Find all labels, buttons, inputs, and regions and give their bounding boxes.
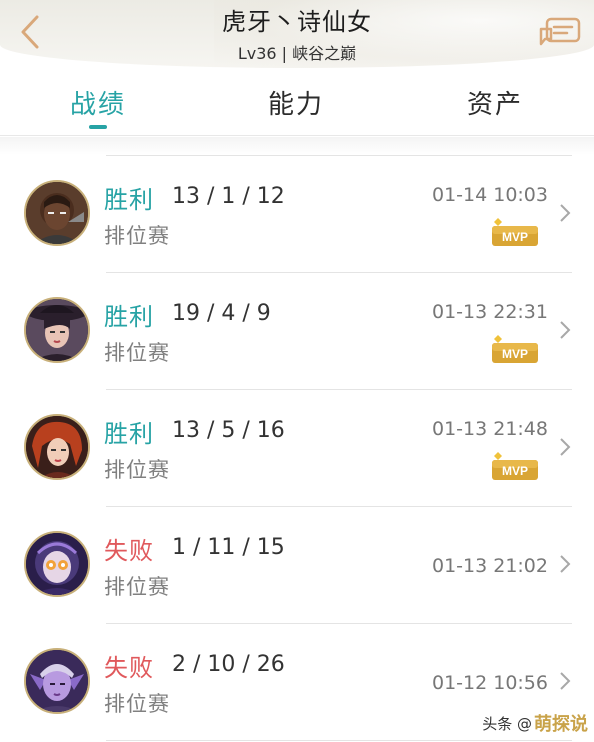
match-row[interactable]: 胜利 13 / 1 / 12 排位赛 01-14 10:03 MVP [0,156,594,273]
match-time: 01-13 21:02 [431,555,548,577]
match-kda: 1 / 11 / 15 [172,535,285,560]
profile-header: 虎牙丶诗仙女 Lv36 | 峡谷之巅 [0,0,594,68]
match-result: 胜利 [104,420,154,448]
mvp-label: MVP [502,464,528,478]
match-time: 01-12 10:56 [431,672,548,694]
match-list: 胜利 13 / 1 / 12 排位赛 01-14 10:03 MVP 胜利 19… [0,156,594,741]
match-row[interactable]: 失败 1 / 11 / 15 排位赛 01-13 21:02 [0,507,594,624]
hero-dark-warrior-portrait [26,182,88,244]
hero-hat-woman-portrait [26,299,88,361]
mvp-label: MVP [502,347,528,361]
hero-avatar [24,531,90,597]
hero-avatar [24,648,90,714]
mvp-badge: MVP [488,333,542,365]
hero-purple-elf-portrait [26,650,88,712]
match-mode: 排位赛 [104,458,170,482]
chat-button[interactable] [536,12,584,52]
player-rank: 峡谷之巅 [292,44,357,63]
tab-record[interactable]: 战绩 [0,70,196,135]
hero-avatar [24,180,90,246]
match-result: 失败 [104,654,154,682]
tab-ability[interactable]: 能力 [196,70,396,135]
watermark: 头条 @ 萌探说 [482,710,588,736]
match-kda: 13 / 5 / 16 [172,418,285,443]
chevron-right-icon [560,672,571,690]
tab-ability-label: 能力 [267,90,324,120]
player-level: Lv36 [237,44,277,63]
match-mode: 排位赛 [104,575,170,599]
hero-avatar [24,414,90,480]
active-tab-indicator [89,125,107,129]
chat-bubble-icon [539,17,581,46]
match-kda: 13 / 1 / 12 [172,184,285,209]
tab-record-label: 战绩 [69,90,126,120]
match-result: 胜利 [104,186,154,214]
player-name: 虎牙丶诗仙女 [222,8,372,36]
watermark-brand: 萌探说 [534,714,588,735]
match-mode: 排位赛 [104,692,170,716]
match-kda: 2 / 10 / 26 [172,652,285,677]
chevron-right-icon [560,204,571,222]
tab-bar: 战绩 能力 资产 [0,70,594,136]
chevron-right-icon [560,438,571,456]
tab-shadow [0,137,594,155]
hero-mask-purple-portrait [26,533,88,595]
match-kda: 19 / 4 / 9 [172,301,271,326]
match-mode: 排位赛 [104,224,170,248]
match-row[interactable]: 胜利 13 / 5 / 16 排位赛 01-13 21:48 MVP [0,390,594,507]
mvp-label: MVP [502,230,528,244]
hero-avatar [24,297,90,363]
chevron-right-icon [560,321,571,339]
player-level-rank: Lv36 | 峡谷之巅 [0,40,594,64]
hero-red-hair-portrait [26,416,88,478]
match-result: 胜利 [104,303,154,331]
match-row[interactable]: 胜利 19 / 4 / 9 排位赛 01-13 22:31 MVP [0,273,594,390]
tab-assets[interactable]: 资产 [396,70,594,135]
mvp-badge: MVP [488,216,542,248]
tab-assets-label: 资产 [466,90,523,120]
watermark-prefix: 头条 @ [482,714,532,733]
mvp-badge: MVP [488,450,542,482]
chevron-right-icon [560,555,571,573]
match-result: 失败 [104,537,154,565]
separator: | [281,44,288,63]
match-mode: 排位赛 [104,341,170,365]
row-divider [106,740,572,741]
match-time: 01-13 21:48 [431,418,548,440]
match-time: 01-14 10:03 [431,184,548,206]
match-time: 01-13 22:31 [431,301,548,323]
